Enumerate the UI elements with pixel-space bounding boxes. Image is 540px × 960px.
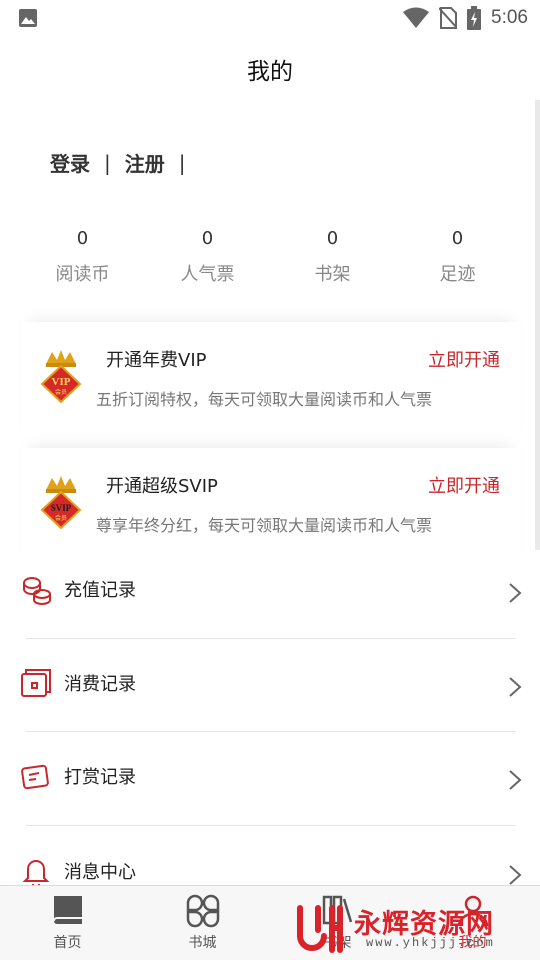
stat-value: 0 bbox=[326, 228, 339, 249]
menu-item-consumption-records[interactable]: 消费记录 bbox=[0, 668, 540, 760]
chevron-right-icon bbox=[509, 865, 522, 885]
stat-label: 人气票 bbox=[180, 264, 235, 285]
wifi-icon bbox=[403, 7, 430, 28]
coins-icon bbox=[23, 577, 51, 605]
divider bbox=[26, 731, 516, 732]
stat-reading-coins[interactable]: 0 阅读币 bbox=[20, 228, 145, 286]
stat-value: 0 bbox=[451, 228, 464, 249]
menu-item-reward-records[interactable]: 打赏记录 bbox=[0, 761, 540, 853]
menu-label: 消费记录 bbox=[64, 674, 136, 695]
auth-separator: | bbox=[104, 150, 111, 175]
nav-label: 首页 bbox=[53, 935, 82, 951]
no-sim-icon bbox=[439, 7, 458, 29]
svg-text:SVIP: SVIP bbox=[51, 503, 72, 513]
chevron-right-icon bbox=[509, 770, 522, 790]
divider bbox=[26, 825, 516, 826]
nav-bookstore[interactable]: 书城 bbox=[135, 886, 270, 960]
stat-label: 足迹 bbox=[439, 264, 476, 285]
nav-bookshelf[interactable]: 书架 bbox=[270, 886, 405, 960]
stat-popularity-votes[interactable]: 0 人气票 bbox=[145, 228, 270, 286]
login-link[interactable]: 登录 bbox=[50, 148, 90, 177]
menu-label: 打赏记录 bbox=[64, 767, 136, 788]
menu-label: 充值记录 bbox=[64, 580, 136, 601]
svip-crown-badge-icon: SVIP 会员 bbox=[40, 476, 82, 530]
battery-charging-icon bbox=[467, 6, 482, 30]
book-icon bbox=[52, 896, 82, 924]
open-vip-button[interactable]: 立即开通 bbox=[428, 346, 500, 372]
nav-label: 我的 bbox=[458, 935, 487, 951]
stat-bookshelf[interactable]: 0 书架 bbox=[270, 228, 395, 286]
user-icon bbox=[457, 895, 488, 927]
auth-row: 登录 | 注册 | bbox=[50, 148, 200, 177]
nav-label: 书架 bbox=[323, 935, 352, 951]
svg-text:会员: 会员 bbox=[55, 388, 67, 396]
divider bbox=[26, 638, 516, 639]
scrollbar[interactable] bbox=[535, 100, 540, 550]
user-stats: 0 阅读币 0 人气票 0 书架 0 足迹 bbox=[20, 228, 520, 286]
stat-label: 书架 bbox=[314, 264, 351, 285]
grid-icon bbox=[186, 894, 219, 928]
open-svip-button[interactable]: 立即开通 bbox=[428, 472, 500, 498]
svg-text:会员: 会员 bbox=[55, 514, 67, 522]
bell-icon bbox=[22, 860, 50, 888]
vip-description: 五折订阅特权，每天可领取大量阅读币和人气票 bbox=[96, 390, 433, 409]
wallet-icon bbox=[21, 669, 51, 697]
stat-label: 阅读币 bbox=[55, 264, 110, 285]
vip-card[interactable]: VIP 会员 开通年费VIP 立即开通 五折订阅特权，每天可领取大量阅读币和人气… bbox=[22, 322, 520, 446]
chevron-right-icon bbox=[509, 677, 522, 697]
reward-card-icon bbox=[21, 764, 49, 790]
page-title: 我的 bbox=[247, 59, 293, 85]
bottom-nav: 首页 书城 书架 我的 bbox=[0, 885, 540, 960]
menu-item-recharge-records[interactable]: 充值记录 bbox=[0, 574, 540, 666]
svip-title: 开通超级SVIP bbox=[106, 476, 218, 497]
register-link[interactable]: 注册 bbox=[125, 148, 165, 177]
menu-label: 消息中心 bbox=[64, 862, 136, 883]
stat-value: 0 bbox=[76, 228, 89, 249]
stat-footprints[interactable]: 0 足迹 bbox=[395, 228, 520, 286]
nav-label: 书城 bbox=[188, 935, 217, 951]
svip-description: 尊享年终分红，每天可领取大量阅读币和人气票 bbox=[96, 516, 433, 535]
auth-separator-end: | bbox=[178, 150, 186, 175]
svip-card[interactable]: SVIP 会员 开通超级SVIP 立即开通 尊享年终分红，每天可领取大量阅读币和… bbox=[22, 448, 520, 572]
image-icon bbox=[19, 9, 37, 27]
status-time: 5:06 bbox=[491, 7, 528, 28]
vip-crown-badge-icon: VIP 会员 bbox=[40, 350, 82, 404]
bookshelf-icon bbox=[322, 895, 352, 925]
nav-mine[interactable]: 我的 bbox=[405, 886, 540, 960]
status-bar: 5:06 bbox=[0, 0, 540, 36]
svg-text:VIP: VIP bbox=[52, 376, 71, 388]
chevron-right-icon bbox=[509, 583, 522, 603]
stat-value: 0 bbox=[201, 228, 214, 249]
vip-title: 开通年费VIP bbox=[106, 350, 207, 371]
nav-home[interactable]: 首页 bbox=[0, 886, 135, 960]
